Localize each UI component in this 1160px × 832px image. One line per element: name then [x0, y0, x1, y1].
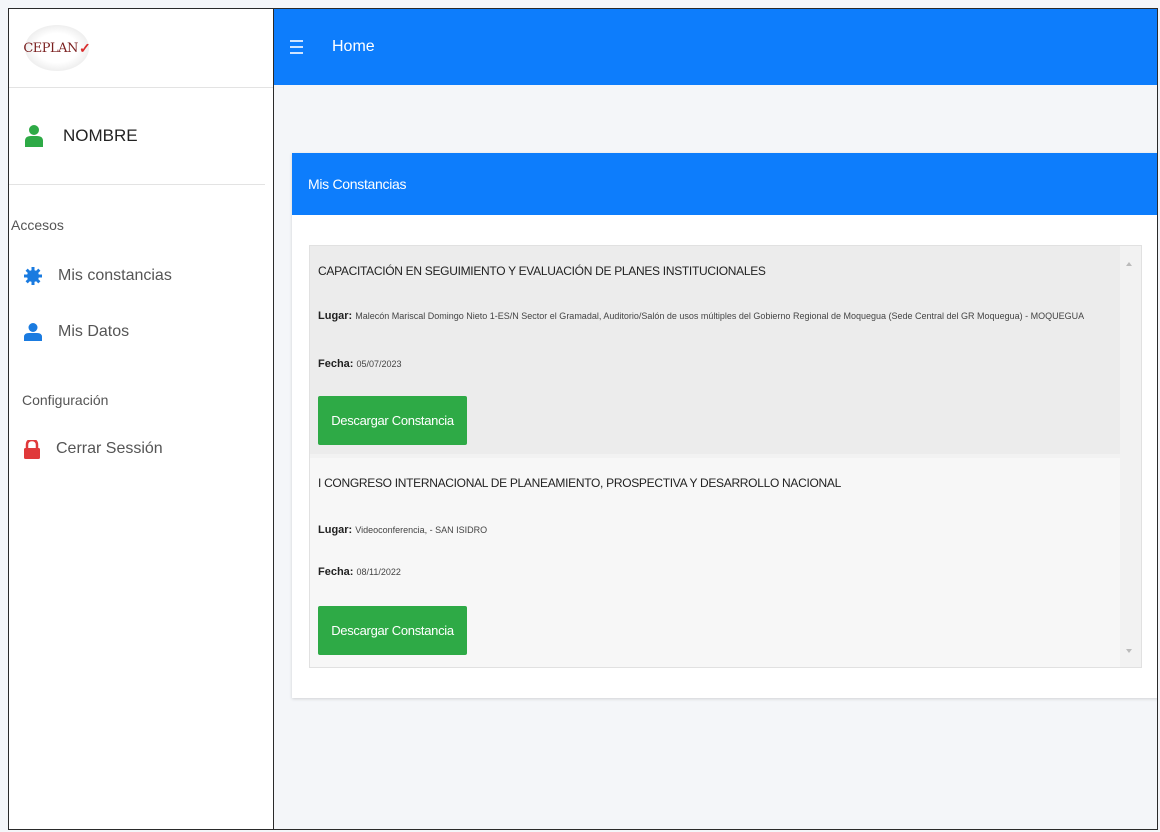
ceplan-logo[interactable]: CEPLAN ✓	[23, 25, 91, 71]
event-title: I CONGRESO INTERNACIONAL DE PLANEAMIENTO…	[318, 476, 841, 490]
constancias-list[interactable]: CAPACITACIÓN EN SEGUIMIENTO Y EVALUACIÓN…	[309, 245, 1142, 668]
user-icon	[25, 125, 43, 147]
sidebar-item-cerrar-sesion[interactable]: Cerrar Sessión	[9, 434, 273, 464]
top-navbar: Home	[274, 9, 1157, 85]
lugar-label: Lugar:	[318, 310, 353, 322]
section-accesos: Accesos	[11, 217, 64, 233]
page-title[interactable]: Home	[332, 38, 375, 56]
event-fecha: Fecha: 05/07/2023	[318, 358, 402, 370]
fecha-label: Fecha:	[318, 358, 354, 370]
scroll-up-arrow-icon[interactable]	[1126, 262, 1132, 266]
sidebar-item-label: Mis Datos	[58, 323, 130, 340]
fecha-value: 05/07/2023	[356, 359, 402, 369]
sidebar: CEPLAN ✓ NOMBRE Accesos Mis constancias M…	[9, 9, 274, 829]
gear-icon	[24, 267, 42, 285]
event-title: CAPACITACIÓN EN SEGUIMIENTO Y EVALUACIÓN…	[318, 264, 766, 278]
event-fecha: Fecha: 08/11/2022	[318, 566, 401, 578]
user-name: NOMBRE	[63, 126, 138, 145]
event-lugar: Lugar: Malecón Mariscal Domingo Nieto 1-E…	[318, 310, 1108, 322]
lugar-label: Lugar:	[318, 524, 353, 536]
sidebar-item-label: Mis constancias	[58, 267, 172, 284]
event-lugar: Lugar: Videoconferencia, - SAN ISIDRO	[318, 524, 487, 536]
logo-check-mark: ✓	[78, 39, 91, 56]
constancias-card: Mis Constancias CAPACITACIÓN EN SEGUIMIE…	[292, 153, 1157, 698]
list-item: CAPACITACIÓN EN SEGUIMIENTO Y EVALUACIÓN…	[310, 246, 1120, 454]
fecha-label: Fecha:	[318, 566, 354, 578]
section-configuracion: Configuración	[22, 392, 109, 408]
scroll-down-arrow-icon[interactable]	[1126, 649, 1132, 653]
descargar-constancia-button[interactable]: Descargar Constancia	[318, 606, 467, 655]
hamburger-icon[interactable]	[290, 36, 312, 58]
sidebar-item-label: Cerrar Sessión	[56, 440, 163, 457]
app-frame: CEPLAN ✓ NOMBRE Accesos Mis constancias M…	[8, 8, 1158, 830]
user-icon	[24, 323, 42, 341]
sidebar-item-mis-constancias[interactable]: Mis constancias	[9, 261, 273, 291]
fecha-value: 08/11/2022	[356, 567, 401, 577]
lock-icon	[24, 439, 40, 459]
card-title: Mis Constancias	[292, 153, 1157, 215]
sidebar-item-mis-datos[interactable]: Mis Datos	[9, 317, 273, 347]
lugar-value: Malecón Mariscal Domingo Nieto 1-ES/N Se…	[355, 311, 1085, 321]
descargar-constancia-button[interactable]: Descargar Constancia	[318, 396, 467, 445]
list-item: I CONGRESO INTERNACIONAL DE PLANEAMIENTO…	[310, 458, 1120, 667]
user-panel: NOMBRE	[9, 88, 265, 185]
lugar-value: Videoconferencia, - SAN ISIDRO	[355, 525, 488, 535]
logo-text: CEPLAN	[23, 40, 78, 56]
brand-area: CEPLAN ✓	[9, 9, 273, 88]
